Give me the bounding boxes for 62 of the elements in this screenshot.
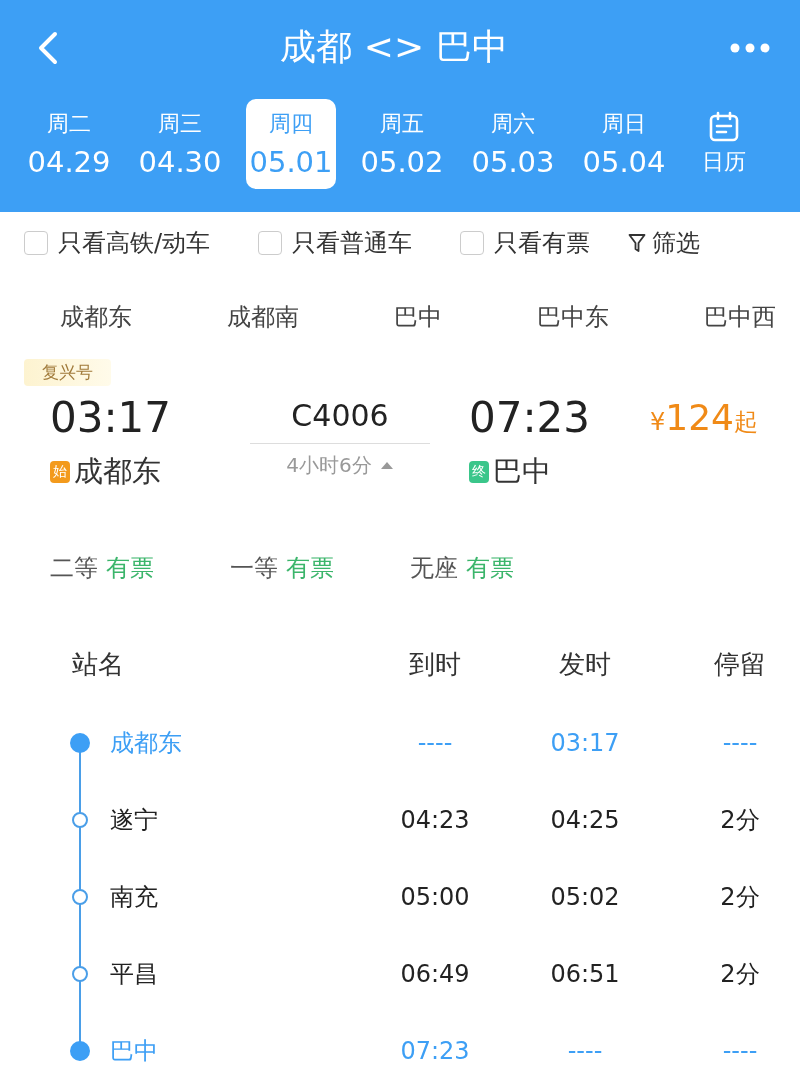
filter-label: 只看普通车: [292, 228, 413, 259]
station-name: 南充: [110, 881, 159, 913]
filter-label: 只看高铁/动车: [58, 228, 211, 259]
depart-station: 成都东: [74, 453, 161, 490]
arrive-time: 07:23: [468, 392, 592, 442]
arrive-station: 巴中: [493, 453, 551, 490]
more-icon[interactable]: [730, 42, 770, 53]
station-name: 遂宁: [110, 804, 159, 836]
stay-cell-text: 2分: [719, 804, 761, 836]
depart-cell-text: 06:51: [549, 959, 621, 988]
arrive-cell-text: 05:00: [399, 882, 471, 911]
checkbox[interactable]: [258, 231, 283, 255]
end-tag: 终: [469, 461, 489, 483]
depart-cell-text: 04:25: [549, 805, 621, 834]
stay-cell-text: 2分: [719, 958, 761, 990]
checkbox[interactable]: [460, 231, 485, 255]
back-icon[interactable]: [36, 30, 58, 65]
filter-checkbox[interactable]: 只看普通车: [258, 227, 413, 259]
calendar-icon: [708, 111, 740, 143]
seat-availability: 有票: [286, 553, 334, 584]
filter-label: 只看有票: [494, 228, 591, 259]
column-header: 停留: [713, 647, 767, 681]
seat-availability: 有票: [466, 553, 514, 584]
filter-checkbox[interactable]: 只看有票: [460, 227, 591, 259]
depart-cell-text: ----: [566, 1036, 604, 1065]
seat-class: 二等: [50, 553, 98, 584]
arrive-cell-text: ----: [416, 728, 454, 757]
column-header: 站名: [71, 647, 125, 681]
checkbox[interactable]: [24, 231, 48, 255]
station-tab[interactable]: 巴中东: [537, 300, 609, 333]
station-tab[interactable]: 巴中西: [704, 300, 776, 333]
train-type-badge: 复兴号: [24, 359, 111, 386]
stay-cell-text: ----: [721, 728, 759, 757]
depart-cell-text: 05:02: [549, 882, 621, 911]
stay-cell-text: 2分: [719, 881, 761, 913]
filter-checkbox[interactable]: 只看高铁/动车: [24, 227, 211, 259]
seat-class: 一等: [230, 553, 278, 584]
station-name: 巴中: [110, 1035, 159, 1067]
depart-cell-text: 03:17: [549, 728, 621, 757]
column-header: 到时: [408, 647, 462, 681]
station-name: 平昌: [110, 958, 159, 990]
arrive-cell-text: 07:23: [399, 1036, 471, 1065]
station-tab[interactable]: 成都南: [227, 300, 299, 333]
stay-cell-text: ----: [721, 1036, 759, 1065]
start-tag: 始: [50, 461, 70, 483]
filter-button[interactable]: 筛选: [628, 227, 701, 259]
arrive-cell-text: 06:49: [399, 959, 471, 988]
funnel-icon: [628, 233, 647, 253]
price-suffix: 起: [734, 406, 758, 438]
seat-class: 无座: [410, 553, 458, 584]
arrive-cell-text: 04:23: [399, 805, 471, 834]
seat-availability: 有票: [106, 553, 154, 584]
page-title: 成都 <> 巴中: [280, 25, 508, 69]
depart-time: 03:17: [50, 392, 173, 442]
station-name: 成都东: [110, 727, 183, 759]
caret-icon: [379, 461, 394, 470]
currency-symbol: ¥: [650, 407, 666, 436]
column-header: 发时: [558, 647, 612, 681]
station-tab[interactable]: 巴中: [394, 300, 442, 333]
station-tab[interactable]: 成都东: [60, 300, 132, 333]
train-number: C4006: [250, 398, 430, 444]
price: 124: [665, 396, 734, 438]
